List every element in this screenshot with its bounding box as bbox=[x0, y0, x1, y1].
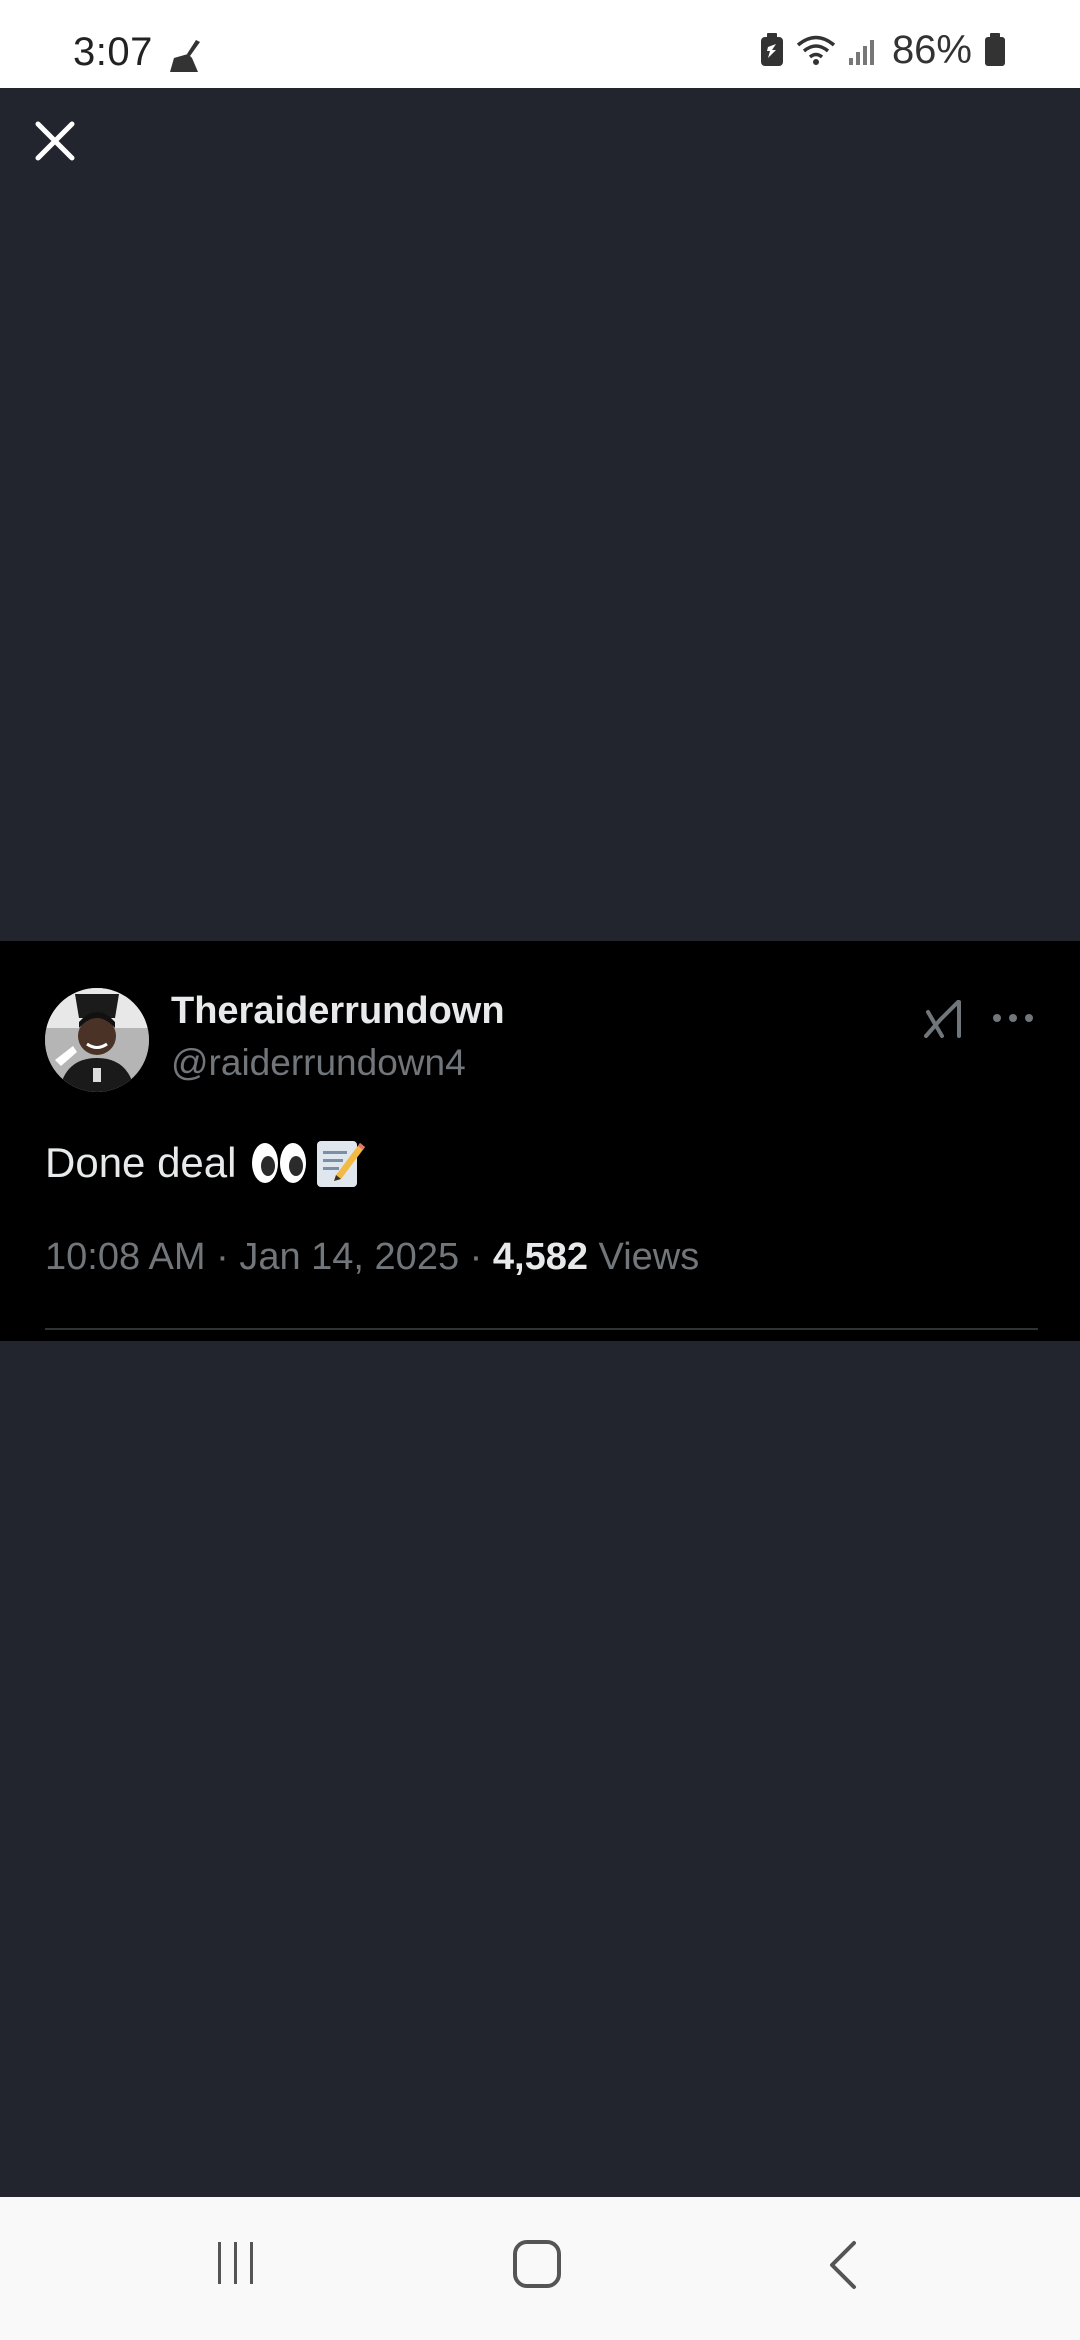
tweet-meta: 10:08 AM · Jan 14, 2025 · 4,582 Views bbox=[45, 1236, 699, 1279]
meta-separator: · bbox=[216, 1236, 240, 1278]
back-icon[interactable] bbox=[826, 2239, 862, 2291]
status-icons: 86% bbox=[760, 28, 1006, 72]
recents-icon[interactable] bbox=[212, 2239, 260, 2287]
home-icon[interactable] bbox=[512, 2239, 564, 2291]
system-nav-bar bbox=[0, 2197, 1080, 2340]
display-name[interactable]: Theraiderrundown bbox=[171, 990, 505, 1033]
avatar[interactable] bbox=[45, 988, 149, 1092]
tweet-text-content: Done deal bbox=[45, 1139, 237, 1186]
tweet-card[interactable]: Theraiderrundown @raiderrundown4 Done de… bbox=[0, 941, 1080, 1341]
handle[interactable]: @raiderrundown4 bbox=[171, 1042, 466, 1084]
eyes-emoji bbox=[252, 1143, 307, 1183]
divider bbox=[45, 1328, 1038, 1330]
meta-separator: · bbox=[469, 1236, 493, 1278]
grok-icon[interactable] bbox=[922, 996, 966, 1040]
battery-saver-icon bbox=[760, 33, 783, 66]
wifi-icon bbox=[796, 35, 836, 65]
memo-emoji bbox=[317, 1141, 366, 1187]
tweet-text: Done deal bbox=[45, 1137, 366, 1189]
signal-icon bbox=[848, 40, 874, 65]
views-count[interactable]: 4,582 bbox=[493, 1236, 588, 1278]
tweet-time: 10:08 AM bbox=[45, 1236, 206, 1278]
tweet-date: Jan 14, 2025 bbox=[239, 1236, 460, 1278]
avatar-image bbox=[45, 988, 149, 1092]
close-icon[interactable] bbox=[30, 116, 80, 166]
more-icon[interactable] bbox=[990, 1006, 1036, 1030]
media-viewer-screen: 3:07 86% Theraiderrundown @raiderrundown… bbox=[0, 0, 1080, 2340]
battery-icon bbox=[985, 33, 1005, 66]
battery-percent: 86% bbox=[891, 27, 972, 72]
status-time: 3:07 bbox=[73, 30, 153, 74]
views-label[interactable]: Views bbox=[599, 1236, 700, 1278]
broom-icon bbox=[170, 40, 200, 72]
status-bar: 3:07 86% bbox=[0, 0, 1080, 88]
